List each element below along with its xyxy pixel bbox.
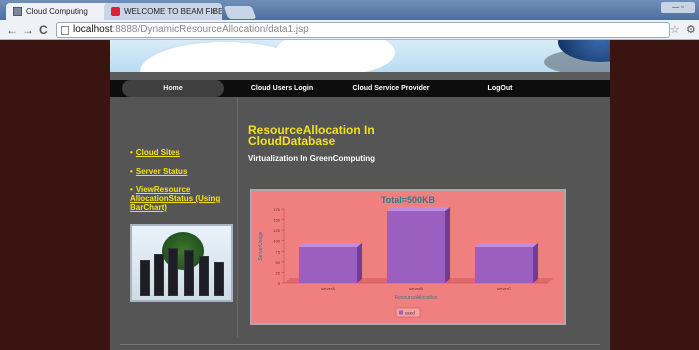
menu-cloud-users-login[interactable]: Cloud Users Login [240,80,324,97]
y-axis-label: ServerUsage [258,231,264,260]
y-tick-label: 100 [273,239,280,244]
cloud-graphic [275,40,395,72]
x-tick-label: serverC [497,286,511,291]
new-tab-button[interactable] [223,6,257,19]
sidebar-link-server-status[interactable]: • Server Status [130,167,187,176]
page-title: ResourceAllocation In CloudDatabase [248,123,375,148]
sidebar-link-label: ViewResource AllocationStatus (Using Bar… [130,185,221,212]
y-tick-label: 25 [276,270,281,275]
address-bar[interactable]: localhost:8888/DynamicResourceAllocation… [56,22,670,38]
y-tick-label: 125 [273,228,280,233]
back-arrow-icon[interactable]: ← [6,23,18,37]
bar [298,247,358,283]
window-controls[interactable]: — ▫ [661,2,695,13]
bar-chart: Total=500KB 0 25 50 75 100 125 150 175 ServerUsag… [250,189,566,325]
bar-side [533,243,539,283]
browser-toolbar: ← → C localhost:8888/DynamicResourceAllo… [0,20,699,40]
bookmark-star-icon[interactable]: ☆ [670,23,680,36]
chart-title: Total=500KB [381,195,436,205]
x-axis-label: ResourceAllocation [394,295,437,301]
bullet-icon: • [130,148,133,157]
y-tick-label: 175 [273,207,280,212]
server-graphic [214,262,224,296]
sidebar-link-label: Server Status [135,167,188,176]
server-graphic [184,250,194,296]
url-host: localhost [73,24,113,35]
url-path: :8888/DynamicResourceAllocation/data1.js… [112,24,309,35]
main-menu: Home Cloud Users Login Cloud Service Pro… [110,80,610,97]
bar-side [357,243,363,283]
y-tick-label: 150 [273,218,280,223]
y-tick-label: 50 [276,260,281,265]
content-area: • Cloud Sites • Server Status • ViewResourc… [110,97,610,350]
x-tick-label: serverB [409,286,423,291]
legend-swatch [399,310,403,315]
servers-image [130,224,233,302]
wrench-menu-icon[interactable]: ⚙ [686,23,696,36]
y-tick-label: 75 [276,249,281,254]
page-icon [61,26,69,35]
menu-home[interactable]: Home [122,80,224,97]
sidebar-link-label: Cloud Sites [135,148,180,157]
server-graphic [199,256,209,296]
footer-divider [120,344,600,345]
x-tick-label: serverA [321,286,335,291]
server-graphic [154,254,164,296]
menu-cloud-service-provider[interactable]: Cloud Service Provider [336,80,446,97]
tab-label: WELCOME TO BEAM FIBER [124,7,222,16]
fiber-favicon-icon [111,7,120,16]
sidebar-link-view-resource[interactable]: • ViewResource AllocationStatus (Using Ba… [130,185,230,212]
bullet-icon: • [130,185,133,194]
browser-tab-inactive[interactable]: WELCOME TO BEAM FIBER × [104,3,222,20]
nav-strip [110,72,610,80]
page-subtitle: Virtualization In GreenComputing [248,154,375,163]
bullet-icon: • [130,167,133,176]
reload-icon[interactable]: C [39,23,48,37]
chart-svg: Total=500KB 0 25 50 75 100 125 150 175 ServerUsag… [258,195,554,318]
bar-top [474,243,539,248]
tab-label: Cloud Computing [26,7,88,16]
sidebar: • Cloud Sites • Server Status • ViewResourc… [110,97,238,337]
sidebar-link-cloud-sites[interactable]: • Cloud Sites [130,148,180,157]
header-banner [110,40,610,72]
close-tab-icon[interactable]: × [211,7,216,16]
legend-label: used [405,311,415,316]
server-graphic [140,260,150,296]
browser-tab-bar: Cloud Computing × WELCOME TO BEAM FIBER … [0,0,699,20]
bar-top [386,207,451,212]
cloud-favicon-icon [13,7,22,16]
y-tick-label: 0 [278,281,281,286]
bar [386,211,446,283]
bar-top [298,243,363,248]
bar [474,247,534,283]
forward-arrow-icon[interactable]: → [22,23,34,37]
menu-logout[interactable]: LogOut [465,80,535,97]
bar-side [445,207,451,283]
server-graphic [168,248,178,296]
